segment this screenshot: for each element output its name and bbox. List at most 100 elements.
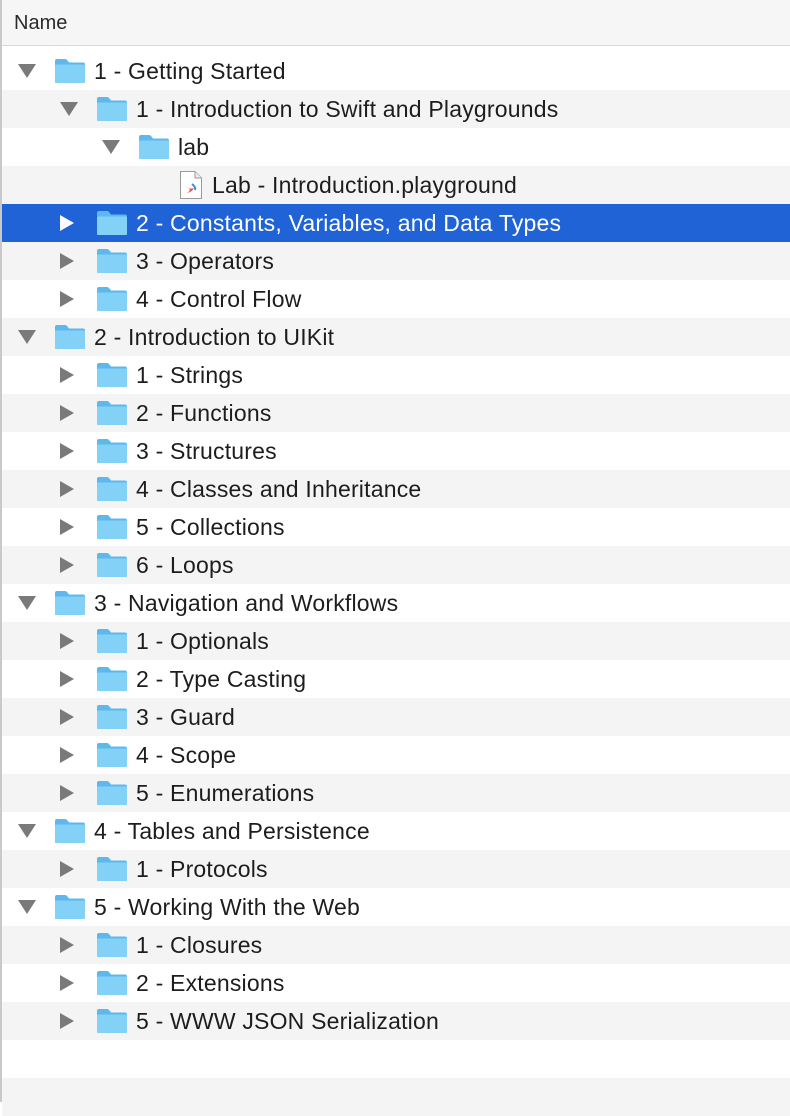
disclosure-triangle-down-icon[interactable] <box>18 824 36 838</box>
outline-row[interactable]: 3 - Navigation and Workflows <box>2 584 790 622</box>
disclosure-triangle-right-icon[interactable] <box>60 709 74 725</box>
outline-row-label: 4 - Scope <box>136 742 237 768</box>
folder-icon <box>96 1008 128 1034</box>
folder-icon <box>96 780 128 806</box>
disclosure-triangle-right-icon[interactable] <box>60 253 74 269</box>
outline-row-label: 5 - WWW JSON Serialization <box>136 1008 439 1034</box>
outline-row[interactable]: 3 - Structures <box>2 432 790 470</box>
file-outline-list: 1 - Getting Started 1 - Introduction to S… <box>2 52 790 1116</box>
outline-row-label: 4 - Classes and Inheritance <box>136 476 422 502</box>
outline-row[interactable]: 5 - Collections <box>2 508 790 546</box>
disclosure-triangle-right-icon[interactable] <box>60 747 74 763</box>
outline-row[interactable]: 1 - Strings <box>2 356 790 394</box>
outline-row-label: 1 - Optionals <box>136 628 269 654</box>
folder-icon <box>54 58 86 84</box>
disclosure-triangle-down-icon[interactable] <box>60 102 78 116</box>
outline-row[interactable]: Lab - Introduction.playground <box>2 166 790 204</box>
disclosure-triangle-right-icon[interactable] <box>60 405 74 421</box>
disclosure-triangle-right-icon[interactable] <box>60 443 74 459</box>
outline-row[interactable]: 1 - Getting Started <box>2 52 790 90</box>
outline-row[interactable]: 4 - Scope <box>2 736 790 774</box>
disclosure-triangle-right-icon[interactable] <box>60 633 74 649</box>
outline-row-label: 1 - Introduction to Swift and Playground… <box>136 96 559 122</box>
outline-row-label: 1 - Protocols <box>136 856 268 882</box>
outline-row[interactable]: 1 - Closures <box>2 926 790 964</box>
disclosure-triangle-right-icon[interactable] <box>60 481 74 497</box>
outline-row[interactable]: 2 - Type Casting <box>2 660 790 698</box>
folder-icon <box>54 590 86 616</box>
folder-icon <box>96 704 128 730</box>
folder-icon <box>96 96 128 122</box>
outline-row-label: 5 - Working With the Web <box>94 894 360 920</box>
outline-row[interactable]: 1 - Optionals <box>2 622 790 660</box>
folder-icon <box>96 552 128 578</box>
outline-row-label: 1 - Closures <box>136 932 263 958</box>
folder-icon <box>96 628 128 654</box>
folder-icon <box>54 894 86 920</box>
disclosure-triangle-right-icon[interactable] <box>60 861 74 877</box>
disclosure-triangle-right-icon[interactable] <box>60 367 74 383</box>
outline-row-label: Lab - Introduction.playground <box>212 172 518 198</box>
outline-row[interactable]: 5 - Working With the Web <box>2 888 790 926</box>
disclosure-triangle-down-icon[interactable] <box>18 64 36 78</box>
disclosure-triangle-right-icon[interactable] <box>60 215 74 231</box>
outline-row[interactable]: 4 - Tables and Persistence <box>2 812 790 850</box>
outline-row-label: 3 - Guard <box>136 704 235 730</box>
outline-row-label: 2 - Constants, Variables, and Data Types <box>136 210 562 236</box>
disclosure-triangle-right-icon[interactable] <box>60 785 74 801</box>
disclosure-triangle-right-icon[interactable] <box>60 937 74 953</box>
outline-row[interactable]: 2 - Constants, Variables, and Data Types <box>2 204 790 242</box>
disclosure-triangle-down-icon[interactable] <box>102 140 120 154</box>
outline-row-label: 3 - Structures <box>136 438 277 464</box>
folder-icon <box>96 970 128 996</box>
outline-row[interactable]: 1 - Introduction to Swift and Playground… <box>2 90 790 128</box>
folder-icon <box>96 210 128 236</box>
disclosure-triangle-down-icon[interactable] <box>18 900 36 914</box>
folder-icon <box>96 514 128 540</box>
outline-row[interactable]: lab <box>2 128 790 166</box>
empty-row <box>2 1040 790 1078</box>
outline-row[interactable]: 5 - Enumerations <box>2 774 790 812</box>
disclosure-triangle-down-icon[interactable] <box>18 330 36 344</box>
empty-row <box>2 1078 790 1116</box>
outline-row-label: 4 - Control Flow <box>136 286 302 312</box>
outline-row[interactable]: 5 - WWW JSON Serialization <box>2 1002 790 1040</box>
folder-icon <box>96 932 128 958</box>
outline-row-label: 2 - Type Casting <box>136 666 307 692</box>
folder-icon <box>54 324 86 350</box>
folder-icon <box>96 666 128 692</box>
folder-icon <box>54 818 86 844</box>
disclosure-triangle-right-icon[interactable] <box>60 975 74 991</box>
outline-row-label: 2 - Extensions <box>136 970 285 996</box>
disclosure-triangle-right-icon[interactable] <box>60 519 74 535</box>
outline-row[interactable]: 2 - Extensions <box>2 964 790 1002</box>
outline-row-label: 1 - Getting Started <box>94 58 286 84</box>
outline-row-label: 3 - Navigation and Workflows <box>94 590 399 616</box>
disclosure-triangle-right-icon[interactable] <box>60 1013 74 1029</box>
disclosure-triangle-right-icon[interactable] <box>60 557 74 573</box>
outline-row[interactable]: 4 - Control Flow <box>2 280 790 318</box>
outline-row[interactable]: 2 - Functions <box>2 394 790 432</box>
outline-row-label: 3 - Operators <box>136 248 275 274</box>
outline-row[interactable]: 3 - Guard <box>2 698 790 736</box>
outline-row[interactable]: 2 - Introduction to UIKit <box>2 318 790 356</box>
name-column-label: Name <box>14 12 68 34</box>
folder-icon <box>96 286 128 312</box>
disclosure-triangle-right-icon[interactable] <box>60 671 74 687</box>
outline-row[interactable]: 6 - Loops <box>2 546 790 584</box>
folder-icon <box>96 856 128 882</box>
folder-icon <box>96 362 128 388</box>
disclosure-triangle-right-icon[interactable] <box>60 291 74 307</box>
folder-icon <box>96 476 128 502</box>
outline-row-label: 2 - Functions <box>136 400 272 426</box>
folder-icon <box>138 134 170 160</box>
outline-row[interactable]: 1 - Protocols <box>2 850 790 888</box>
column-header[interactable]: Name <box>2 0 790 46</box>
outline-row[interactable]: 3 - Operators <box>2 242 790 280</box>
outline-row-label: 1 - Strings <box>136 362 244 388</box>
folder-icon <box>96 248 128 274</box>
disclosure-triangle-down-icon[interactable] <box>18 596 36 610</box>
outline-row-label: 4 - Tables and Persistence <box>94 818 370 844</box>
outline-row[interactable]: 4 - Classes and Inheritance <box>2 470 790 508</box>
outline-row-label: 2 - Introduction to UIKit <box>94 324 335 350</box>
